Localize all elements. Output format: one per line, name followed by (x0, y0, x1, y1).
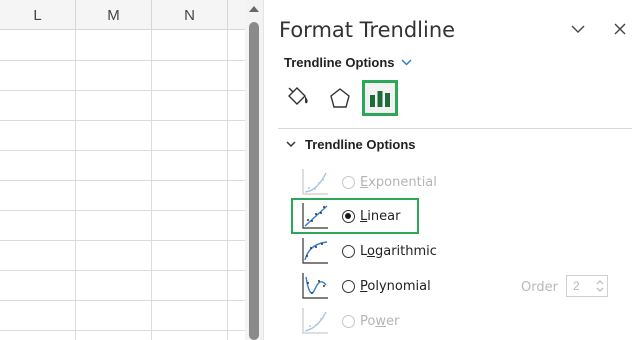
tabs-divider (278, 128, 632, 129)
grid-line (0, 240, 245, 241)
column-header-m[interactable]: M (76, 0, 152, 30)
grid-line (0, 180, 245, 181)
close-icon (614, 23, 626, 35)
close-button[interactable] (609, 18, 631, 40)
bar-chart-icon (370, 91, 390, 107)
column-header-n[interactable]: N (152, 0, 228, 30)
grid-line (0, 330, 245, 331)
tab-effects[interactable] (322, 80, 358, 116)
logarithmic-radio[interactable] (342, 244, 355, 258)
polynomial-label: Polynomial (360, 278, 431, 294)
scrollbar-thumb[interactable] (249, 22, 259, 340)
power-label: Power (360, 313, 400, 329)
grid-line (0, 120, 245, 121)
grid-line (227, 30, 228, 340)
pane-title: Format Trendline (279, 18, 456, 42)
exponential-trendline-icon (302, 169, 328, 195)
logarithmic-label: Logarithmic (360, 243, 437, 259)
tab-fill-line[interactable] (280, 80, 316, 116)
pentagon-icon (330, 88, 350, 108)
polynomial-trendline-icon (302, 273, 328, 299)
polynomial-radio[interactable] (342, 279, 355, 293)
options-switch-label: Trendline Options (284, 55, 395, 70)
task-pane-options-button[interactable] (567, 18, 589, 40)
grid-line (0, 90, 245, 91)
grid-line (0, 300, 245, 301)
trendline-option-power[interactable]: Power (300, 305, 630, 337)
exponential-label: Exponential (360, 174, 437, 190)
trendline-options-dropdown[interactable]: Trendline Options (284, 55, 412, 70)
power-radio[interactable] (342, 314, 355, 328)
grid-line (151, 30, 152, 340)
logarithmic-trendline-icon (302, 238, 328, 264)
power-trendline-icon (302, 308, 328, 334)
spinner-arrows-icon[interactable] (595, 278, 605, 294)
column-header-row: L M N (0, 0, 245, 30)
linear-highlight-frame (291, 198, 419, 234)
scroll-up-arrow-icon[interactable] (249, 6, 259, 12)
chevron-down-icon (571, 25, 585, 33)
grid-line (0, 60, 245, 61)
trendline-option-logarithmic[interactable]: Logarithmic (300, 235, 630, 267)
order-spinner[interactable]: 2 (566, 275, 608, 297)
order-value: 2 (573, 279, 580, 293)
exponential-radio[interactable] (342, 175, 355, 189)
tab-trendline-options[interactable] (362, 80, 398, 116)
paint-bucket-icon (288, 87, 308, 105)
grid-line (0, 210, 245, 211)
grid-line (75, 30, 76, 340)
vertical-scrollbar[interactable] (245, 0, 263, 340)
grid-line (0, 150, 245, 151)
chevron-down-icon (286, 141, 296, 148)
trendline-options-section-header[interactable]: Trendline Options (286, 137, 416, 152)
order-label: Order (521, 280, 558, 295)
chevron-down-icon (400, 59, 412, 66)
column-header-l[interactable]: L (0, 0, 76, 30)
section-title: Trendline Options (305, 137, 416, 152)
grid-line (0, 270, 245, 271)
spreadsheet-grid[interactable]: L M N (0, 0, 245, 340)
trendline-option-exponential[interactable]: Exponential (300, 166, 630, 198)
